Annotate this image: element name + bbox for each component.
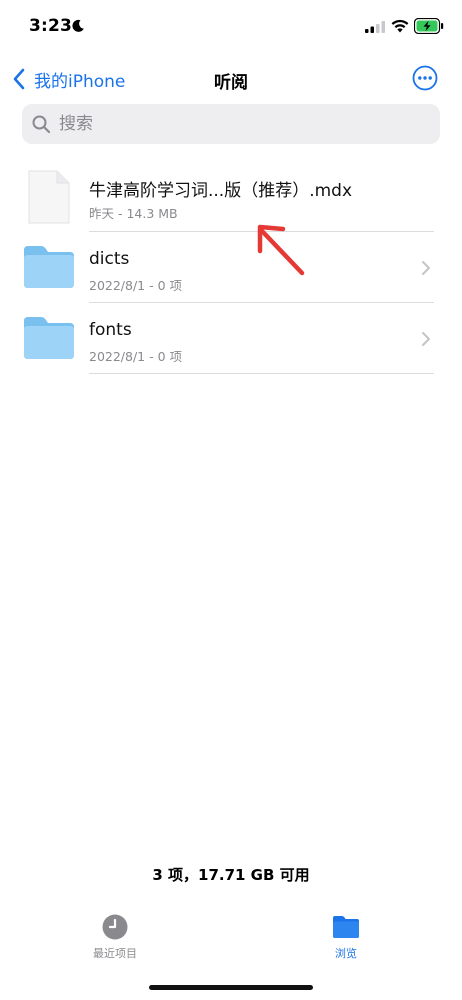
- tab-recents[interactable]: 最近项目: [65, 914, 165, 961]
- search-bar[interactable]: [22, 104, 440, 144]
- folder-row-fonts[interactable]: fonts 2022/8/1 - 0 项: [0, 303, 462, 374]
- status-bar: 3:23: [0, 0, 462, 54]
- search-input[interactable]: [57, 113, 401, 135]
- folder-meta: 2022/8/1 - 0 项: [89, 278, 183, 293]
- document-icon: [28, 170, 70, 224]
- row-divider: [89, 373, 434, 374]
- file-row-mdx[interactable]: 牛津高阶学习词...版（推荐）.mdx 昨天 - 14.3 MB: [0, 160, 462, 232]
- storage-info: 3 项，17.71 GB 可用: [152, 866, 310, 884]
- tab-browse[interactable]: 浏览: [296, 914, 396, 961]
- folder-name: dicts: [89, 249, 130, 269]
- moon-icon: [72, 19, 84, 32]
- file-name: 牛津高阶学习词...版（推荐）.mdx: [89, 181, 353, 201]
- tab-label: 最近项目: [93, 947, 137, 960]
- status-time: 3:23: [29, 16, 73, 36]
- folder-name: fonts: [89, 320, 132, 340]
- chevron-right-icon: [422, 332, 430, 346]
- search-icon: [32, 115, 51, 134]
- folder-icon: [333, 916, 359, 938]
- folder-row-dicts[interactable]: dicts 2022/8/1 - 0 项: [0, 232, 462, 303]
- more-options-icon[interactable]: [412, 65, 438, 91]
- folder-icon: [24, 246, 74, 288]
- cellular-signal-icon: [365, 21, 385, 33]
- tab-label: 浏览: [335, 947, 357, 960]
- clock-icon: [102, 914, 128, 940]
- wifi-icon: [391, 19, 409, 33]
- folder-icon: [24, 317, 74, 359]
- navigation-bar: 我的iPhone 听阅: [0, 60, 462, 98]
- file-meta: 昨天 - 14.3 MB: [89, 206, 178, 221]
- chevron-right-icon: [422, 261, 430, 275]
- page-title: 听阅: [214, 73, 248, 93]
- red-arrow-annotation-icon: [257, 224, 305, 276]
- battery-charging-icon: [414, 18, 444, 34]
- folder-meta: 2022/8/1 - 0 项: [89, 349, 183, 364]
- home-indicator: [149, 985, 313, 990]
